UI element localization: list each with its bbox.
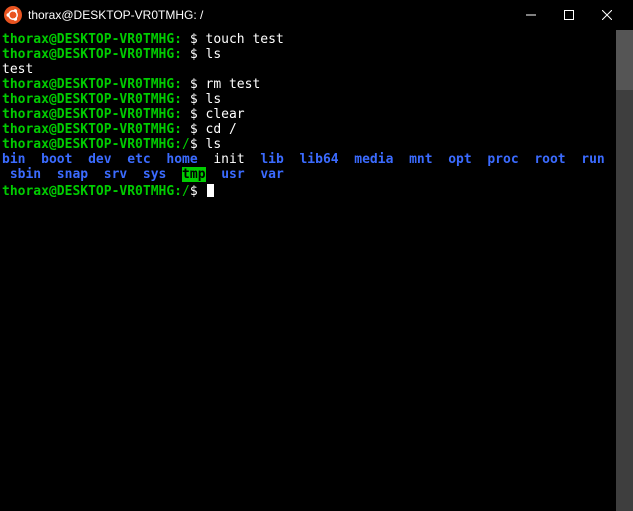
ls-entry: var [260,167,283,182]
current-prompt[interactable]: thorax@DESKTOP-VR0TMHG:/$ [2,182,616,199]
prompt-path [182,92,190,107]
ls-entry: usr [221,167,244,182]
prompt-user: thorax@DESKTOP-VR0TMHG: [2,184,182,199]
command-line: thorax@DESKTOP-VR0TMHG: $ touch test [2,32,616,47]
prompt-user: thorax@DESKTOP-VR0TMHG: [2,122,182,137]
prompt-user: thorax@DESKTOP-VR0TMHG: [2,92,182,107]
scrollbar[interactable] [616,30,633,511]
prompt-path: / [182,184,190,199]
title-bar[interactable]: thorax@DESKTOP-VR0TMHG: / [0,0,633,30]
ls-entry: home [166,152,197,167]
prompt-user: thorax@DESKTOP-VR0TMHG: [2,137,182,152]
prompt-sigil: $ [190,122,198,137]
command-line: thorax@DESKTOP-VR0TMHG: $ rm test [2,77,616,92]
command-line: thorax@DESKTOP-VR0TMHG: $ ls [2,92,616,107]
command-text: ls [206,47,222,62]
ls-entry: tmp [182,167,205,182]
prompt-path [182,122,190,137]
minimize-button[interactable] [521,5,541,25]
ls-entry: sbin [10,167,41,182]
ls-entry: media [354,152,393,167]
ls-entry: root [534,152,565,167]
command-text: rm test [206,77,261,92]
command-text: cd / [206,122,237,137]
ls-entry: dev [88,152,111,167]
command-text: clear [206,107,245,122]
ls-output-line: sbin snap srv sys tmp usr var [2,167,616,182]
ls-entry: lib64 [299,152,338,167]
prompt-sigil: $ [190,184,198,199]
prompt-user: thorax@DESKTOP-VR0TMHG: [2,32,182,47]
prompt-sigil: $ [190,47,198,62]
prompt-path [182,47,190,62]
terminal-content[interactable]: thorax@DESKTOP-VR0TMHG: $ touch testthor… [0,30,616,511]
terminal[interactable]: thorax@DESKTOP-VR0TMHG: $ touch testthor… [0,30,633,511]
prompt-sigil: $ [190,107,198,122]
command-text: touch test [206,32,284,47]
maximize-button[interactable] [559,5,579,25]
close-button[interactable] [597,5,617,25]
prompt-sigil: $ [190,92,198,107]
prompt-path [182,107,190,122]
ls-entry: snap [57,167,88,182]
ls-entry: lib [260,152,283,167]
ls-entry: bin [2,152,25,167]
command-line: thorax@DESKTOP-VR0TMHG: $ ls [2,47,616,62]
output-line: test [2,62,616,77]
ls-entry: srv [104,167,127,182]
prompt-path [182,77,190,92]
ls-entry: run [581,152,604,167]
prompt-user: thorax@DESKTOP-VR0TMHG: [2,47,182,62]
prompt-user: thorax@DESKTOP-VR0TMHG: [2,107,182,122]
command-line: thorax@DESKTOP-VR0TMHG:/$ ls [2,137,616,152]
prompt-sigil: $ [190,137,198,152]
cursor [207,184,214,197]
prompt-path: / [182,137,190,152]
command-text: ls [206,92,222,107]
prompt-sigil: $ [190,32,198,47]
ls-entry: boot [41,152,72,167]
ls-entry: opt [448,152,471,167]
prompt-path [182,32,190,47]
ubuntu-icon [4,6,22,24]
window-title: thorax@DESKTOP-VR0TMHG: / [28,8,521,23]
prompt-user: thorax@DESKTOP-VR0TMHG: [2,77,182,92]
command-text: ls [206,137,222,152]
ls-entry: etc [127,152,150,167]
ls-entry: proc [487,152,518,167]
ls-entry: mnt [409,152,432,167]
ls-entry: init [213,152,244,167]
window-controls [521,5,629,25]
prompt-sigil: $ [190,77,198,92]
command-line: thorax@DESKTOP-VR0TMHG: $ clear [2,107,616,122]
ls-output-line: bin boot dev etc home init lib lib64 med… [2,152,616,167]
ls-entry: sys [143,167,166,182]
scrollbar-thumb[interactable] [616,30,633,90]
command-line: thorax@DESKTOP-VR0TMHG: $ cd / [2,122,616,137]
